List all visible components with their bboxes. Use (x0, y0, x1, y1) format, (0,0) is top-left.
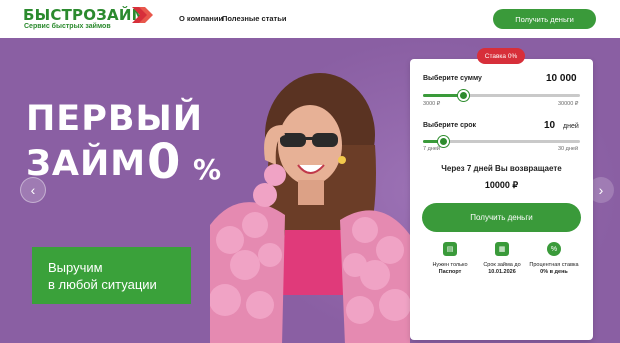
nav-about[interactable]: О компании (179, 14, 223, 23)
woman-photo (210, 73, 410, 343)
rate-badge: Ставка 0% (477, 48, 525, 64)
amount-label: Выберите сумму (423, 75, 482, 82)
percent-icon: % (547, 242, 561, 256)
tagline-line2: в любой ситуации (48, 277, 157, 292)
carousel-prev-button[interactable]: ‹ (20, 177, 46, 203)
return-summary: Через 7 дней Вы возвращаете (441, 164, 562, 173)
promo-title-line2: ЗАЙМ (26, 144, 147, 184)
feature-rate-line1: Процентная ставка (529, 262, 579, 268)
feature-passport-line1: Нужен только (432, 262, 468, 268)
hero-banner: ПЕРВЫЙ ЗАЙМ 0 % Выручим в любой ситуации… (0, 38, 620, 343)
amount-value[interactable]: 10 000 (546, 73, 577, 84)
logo-subtitle: Сервис быстрых займов (24, 23, 111, 30)
term-max: 30 дней (558, 146, 579, 152)
get-money-button-calculator[interactable]: Получить деньги (422, 203, 581, 232)
feature-term-line2: 10.01.2026 (488, 269, 516, 275)
feature-passport: ▤ Нужен только Паспорт (422, 242, 478, 276)
term-label: Выберите срок (423, 122, 477, 129)
feature-rate: % Процентная ставка 0% в день (526, 242, 582, 276)
feature-passport-line2: Паспорт (438, 269, 462, 275)
feature-term: ▦ Срок займа до 10.01.2026 (474, 242, 530, 276)
tagline-box: Выручим в любой ситуации (32, 247, 191, 304)
amount-max: 30000 ₽ (558, 101, 579, 107)
passport-icon: ▤ (443, 242, 457, 256)
tagline-line1: Выручим (48, 260, 103, 275)
promo-zero: 0 (147, 134, 181, 190)
calendar-icon: ▦ (495, 242, 509, 256)
promo-title-line1: ПЕРВЫЙ (26, 99, 204, 139)
site-header: БЫСТРОЗАЙМ Сервис быстрых займов О компа… (0, 0, 620, 38)
term-unit: дней (563, 123, 579, 130)
logo[interactable]: БЫСТРОЗАЙМ (23, 6, 147, 24)
amount-slider-track[interactable] (423, 94, 580, 97)
nav-articles[interactable]: Полезные статьи (222, 14, 286, 23)
get-money-button-header[interactable]: Получить деньги (493, 9, 596, 29)
feature-term-line1: Срок займа до (483, 262, 521, 268)
term-min: 7 дней (423, 146, 440, 152)
return-amount: 10000 ₽ (484, 180, 519, 190)
logo-arrow-icon (132, 7, 153, 23)
amount-min: 3000 ₽ (423, 101, 441, 107)
feature-rate-line2: 0% в день (540, 269, 568, 275)
term-value[interactable]: 10 (544, 120, 555, 131)
